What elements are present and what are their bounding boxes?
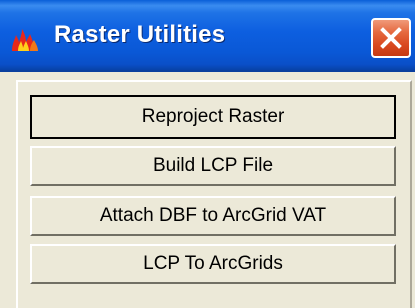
client-area: Reproject Raster Build LCP File Attach D… — [0, 72, 415, 308]
lcp-to-arcgrids-label: LCP To ArcGrids — [143, 253, 283, 274]
title-bar[interactable]: Raster Utilities — [0, 0, 415, 72]
build-lcp-file-label: Build LCP File — [152, 155, 274, 176]
fire-icon[interactable] — [10, 26, 40, 52]
attach-dbf-button[interactable]: Attach DBF to ArcGrid VAT — [30, 196, 396, 236]
reproject-raster-label: Reproject Raster — [141, 106, 285, 127]
raster-utilities-window: Raster Utilities Reproject Raster Build … — [0, 0, 415, 308]
build-lcp-file-button[interactable]: Build LCP File — [30, 146, 396, 186]
close-button[interactable] — [371, 18, 411, 58]
reproject-raster-button[interactable]: Reproject Raster — [30, 95, 396, 139]
lcp-to-arcgrids-button[interactable]: LCP To ArcGrids — [30, 244, 396, 284]
window-title: Raster Utilities — [54, 21, 226, 48]
attach-dbf-label: Attach DBF to ArcGrid VAT — [99, 205, 327, 226]
